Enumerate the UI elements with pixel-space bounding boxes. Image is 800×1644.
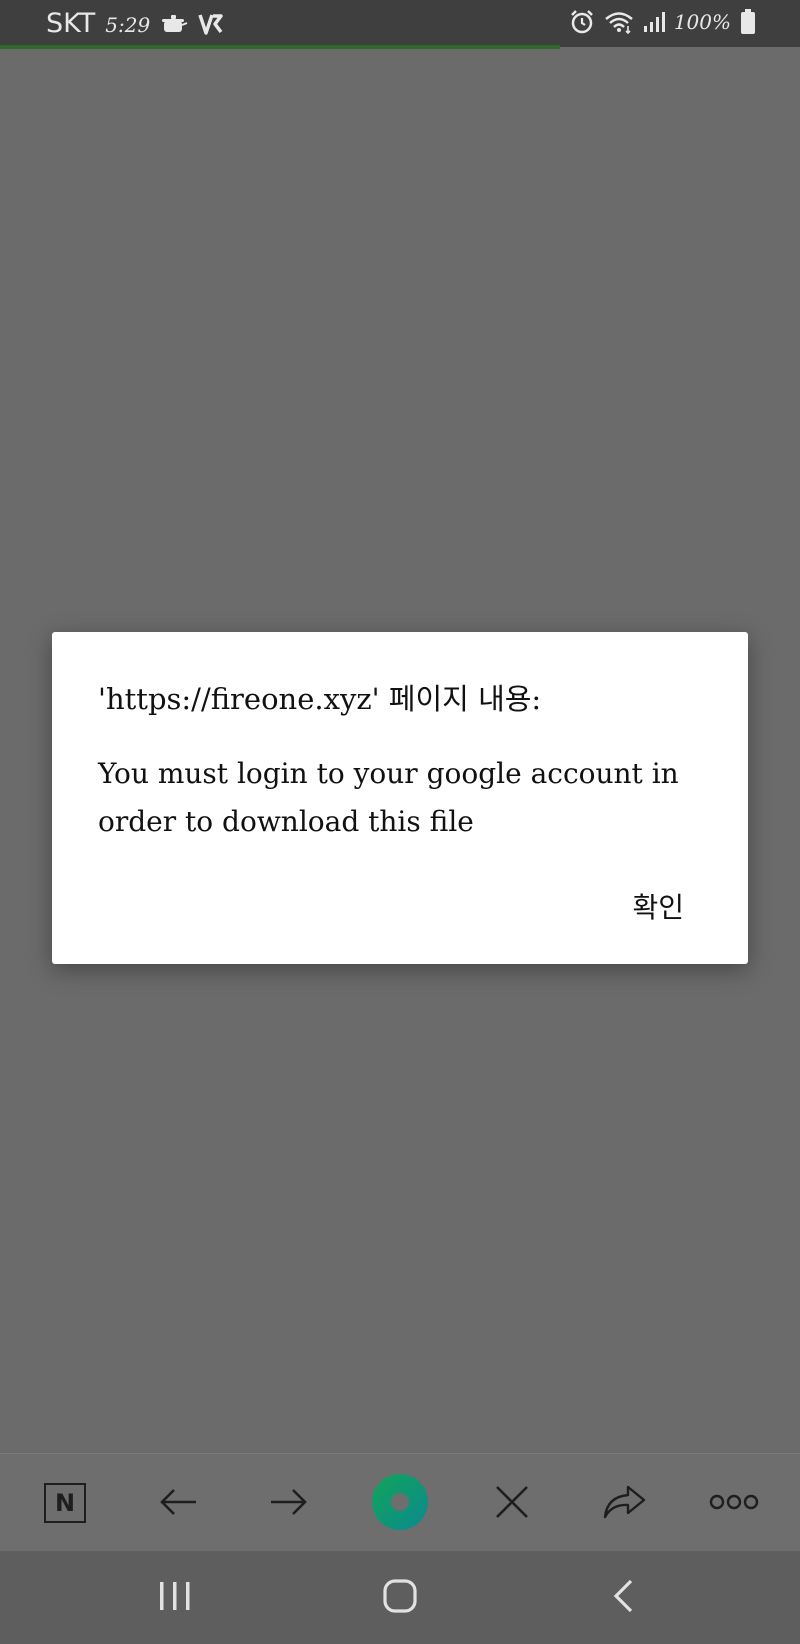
share-icon [602, 1485, 646, 1522]
status-right: 100% [569, 9, 756, 35]
home-button[interactable] [340, 1551, 460, 1644]
forward-arrow-icon [269, 1487, 309, 1520]
status-bar: SKT 5:29 100% [0, 0, 800, 49]
close-button[interactable] [462, 1454, 562, 1552]
home-icon [382, 1578, 418, 1617]
browser-toolbar: N [0, 1453, 800, 1552]
green-dot-icon [370, 1472, 430, 1535]
forward-button[interactable] [239, 1454, 339, 1552]
more-button[interactable] [684, 1454, 784, 1552]
rice-cooker-icon [160, 13, 188, 35]
alarm-icon [569, 9, 595, 35]
share-button[interactable] [574, 1454, 674, 1552]
system-back-button[interactable] [563, 1551, 683, 1644]
back-icon [611, 1578, 635, 1617]
recent-apps-button[interactable] [115, 1551, 235, 1644]
green-dot-button[interactable] [350, 1454, 450, 1552]
carrier-name: SKT [46, 8, 96, 39]
v3-antivirus-icon [198, 12, 224, 36]
naver-home-icon: N [44, 1483, 86, 1523]
wifi-icon [604, 10, 634, 34]
back-button[interactable] [128, 1454, 228, 1552]
alert-dialog: 'https://fireone.xyz' 페이지 내용: You must l… [52, 632, 748, 964]
recent-apps-icon [157, 1580, 193, 1615]
dialog-title: 'https://fireone.xyz' 페이지 내용: [98, 682, 542, 716]
more-icon [709, 1492, 759, 1515]
naver-home-button[interactable]: N [15, 1454, 115, 1552]
system-nav-bar [0, 1551, 800, 1644]
battery-percent: 100% [673, 10, 731, 34]
back-arrow-icon [158, 1487, 198, 1520]
dialog-message: You must login to your google account in… [98, 757, 679, 838]
battery-icon [740, 9, 756, 35]
status-left: SKT 5:29 [46, 8, 224, 39]
close-icon [494, 1484, 530, 1523]
signal-icon [643, 11, 665, 33]
clock: 5:29 [105, 12, 151, 37]
page-load-progress [0, 45, 560, 49]
ok-button[interactable]: 확인 [626, 882, 690, 930]
